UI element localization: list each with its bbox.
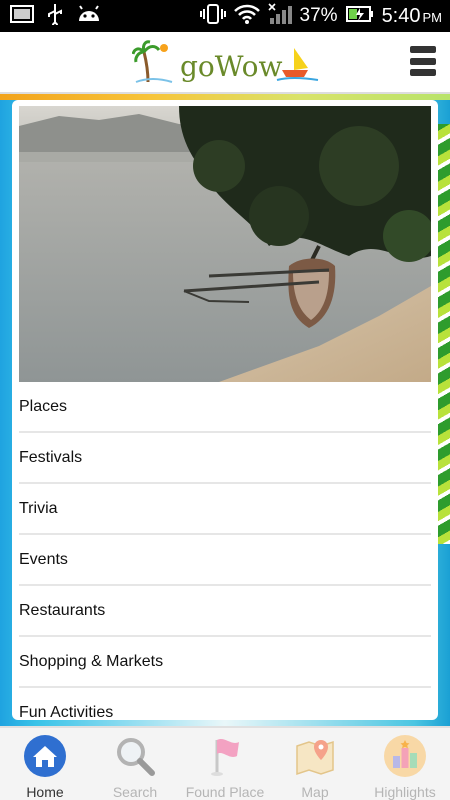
map-icon [293,734,337,778]
status-bar: 37% 5:40 PM [0,0,450,32]
tab-label: Home [26,784,64,800]
menu-bar [410,46,436,53]
tab-found-place[interactable]: Found Place [180,728,270,800]
clock: 5:40 PM [382,5,442,28]
tab-label: Highlights [374,784,436,800]
menu-item-events[interactable]: Events [19,535,431,586]
menu-item-shopping-markets[interactable]: Shopping & Markets [19,637,431,688]
tab-highlights[interactable]: Highlights [360,728,450,800]
wifi-icon [233,3,260,30]
hero-image [19,106,431,382]
highlights-icon [383,734,427,778]
tab-label: Search [112,784,158,800]
tab-map[interactable]: Map [270,728,360,800]
menu-item-festivals[interactable]: Festivals [19,433,431,484]
screenshot-notification-icon [10,4,34,29]
menu-item-fun-activities[interactable]: Fun Activities [19,688,431,721]
menu-item-restaurants[interactable]: Restaurants [19,586,431,637]
vibrate-icon [199,3,226,30]
search-icon [113,734,157,778]
bottom-tab-bar: Home Search Found Place Map Highlights [0,726,450,800]
clock-ampm: PM [422,9,443,25]
tab-label: Found Place [185,784,265,800]
app-header: goWow [0,32,450,94]
menu-item-trivia[interactable]: Trivia [19,484,431,535]
menu-button[interactable] [410,46,436,76]
menu-item-places[interactable]: Places [19,382,431,433]
app-logo: goWow [131,40,322,86]
menu-bar [410,57,436,65]
home-icon [23,734,67,778]
tab-home[interactable]: Home [0,728,90,800]
tab-label: Map [301,784,329,800]
flag-icon [203,734,247,778]
battery-charging-icon [345,5,374,28]
main-card: Places Festivals Trivia Events Restauran… [12,100,438,720]
clock-time: 5:40 [381,4,421,27]
tab-search[interactable]: Search [90,728,180,800]
usb-icon [46,3,64,30]
signal-icon [267,2,292,30]
category-list: Places Festivals Trivia Events Restauran… [19,382,431,720]
battery-percent: 37% [299,5,338,26]
android-icon [76,4,102,28]
app-logo-text: goWow [180,50,283,83]
menu-bar [410,69,436,76]
